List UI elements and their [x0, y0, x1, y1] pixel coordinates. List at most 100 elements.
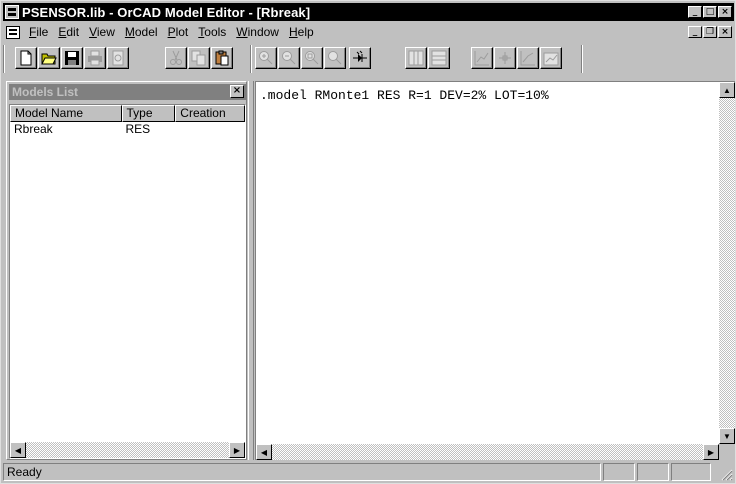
status-panel: [603, 463, 635, 481]
copy-icon: [191, 50, 206, 66]
model-type-cell: RES: [125, 122, 151, 136]
models-list-panel: Models List × Model Name Type Creation R…: [6, 81, 247, 460]
zoom-area-button[interactable]: [301, 47, 323, 69]
resize-grip-icon[interactable]: [719, 467, 733, 481]
toolbar-group-zoom: [255, 47, 347, 71]
save-button[interactable]: [61, 47, 83, 69]
scroll-left-button[interactable]: ◀: [10, 442, 26, 458]
menu-tools[interactable]: Tools: [193, 25, 231, 39]
paste-button[interactable]: [211, 47, 233, 69]
models-list-title: Models List ×: [9, 84, 246, 100]
child-minimize-button[interactable]: _: [688, 26, 702, 38]
zoom-out-icon: [282, 51, 296, 65]
scrollbar-corner: [719, 444, 735, 460]
models-list-title-text: Models List: [12, 85, 79, 99]
model-text-editor[interactable]: .model RMonte1 RES R=1 DEV=2% LOT=10% ▲ …: [255, 81, 735, 460]
new-file-icon: [20, 50, 32, 66]
window-title: PSENSOR.lib - OrCAD Model Editor - [Rbre…: [22, 4, 311, 20]
open-folder-icon: [41, 53, 57, 65]
cursor-icon: [499, 52, 511, 64]
copy-button[interactable]: [188, 47, 210, 69]
close-button[interactable]: ×: [718, 6, 732, 18]
menu-plot[interactable]: Plot: [163, 25, 194, 39]
toolbar-group-file: [15, 47, 130, 71]
maximize-button[interactable]: □: [703, 6, 717, 18]
minimize-button[interactable]: _: [688, 6, 702, 18]
print-button[interactable]: [84, 47, 106, 69]
zoom-fit-button[interactable]: [324, 47, 346, 69]
scroll-track[interactable]: [26, 442, 229, 458]
toolbar-separator: [250, 45, 252, 73]
app-window: PSENSOR.lib - OrCAD Model Editor - [Rbre…: [0, 0, 736, 484]
arrow-right-icon: ▶: [233, 445, 241, 455]
pane-splitter[interactable]: [248, 81, 254, 460]
diode-icon: [353, 50, 367, 62]
paste-icon: [215, 50, 229, 66]
column-header-model-name[interactable]: Model Name: [10, 105, 122, 122]
toolbar-separator: [3, 45, 5, 73]
toolbar-group-split: [405, 47, 451, 71]
scroll-right-button[interactable]: ▶: [229, 442, 245, 458]
extract-button[interactable]: [517, 47, 539, 69]
scroll-right-button[interactable]: ▶: [703, 444, 719, 460]
models-list-view[interactable]: Model Name Type Creation Rbreak RES ◀ ▶: [9, 104, 246, 459]
document-icon[interactable]: [6, 25, 20, 39]
editor-vertical-scrollbar[interactable]: ▲ ▼: [719, 82, 735, 444]
column-header-creation[interactable]: Creation: [175, 105, 245, 122]
save-icon: [65, 51, 79, 65]
diode-button[interactable]: [349, 47, 371, 69]
child-close-button[interactable]: ×: [718, 26, 732, 38]
scroll-track[interactable]: [272, 444, 703, 460]
zoom-in-button[interactable]: [255, 47, 277, 69]
toolbar-group-plot: [471, 47, 563, 71]
menu-window[interactable]: Window: [231, 25, 284, 39]
menu-model[interactable]: Model: [120, 25, 163, 39]
vertical-split-icon: [408, 50, 424, 66]
new-file-button[interactable]: [15, 47, 37, 69]
add-trace-icon: [474, 51, 489, 66]
column-header-type[interactable]: Type: [121, 105, 176, 122]
print-preview-icon: [112, 50, 124, 66]
add-trace-button[interactable]: [471, 47, 493, 69]
status-panel: [671, 463, 711, 481]
toolbar-group-device: [349, 47, 372, 71]
horizontal-split-button[interactable]: [428, 47, 450, 69]
scroll-down-button[interactable]: ▼: [719, 428, 735, 444]
cut-button[interactable]: [165, 47, 187, 69]
list-horizontal-scrollbar[interactable]: ◀ ▶: [10, 442, 245, 458]
scroll-track[interactable]: [719, 98, 735, 428]
status-panel: [637, 463, 669, 481]
vertical-split-button[interactable]: [405, 47, 427, 69]
toolbar: [3, 43, 734, 75]
arrow-right-icon: ▶: [707, 447, 715, 457]
edit-curve-button[interactable]: [540, 47, 562, 69]
menu-file[interactable]: File: [24, 25, 53, 39]
status-bar: Ready: [3, 463, 734, 482]
status-text: Ready: [3, 463, 601, 481]
menu-edit[interactable]: Edit: [53, 25, 84, 39]
print-icon: [88, 50, 102, 66]
arrow-down-icon: ▼: [723, 431, 731, 441]
print-preview-button[interactable]: [107, 47, 129, 69]
models-list-close-button[interactable]: ×: [230, 85, 244, 98]
cursor-button[interactable]: [494, 47, 516, 69]
extract-icon: [520, 51, 535, 66]
menu-view[interactable]: View: [84, 25, 120, 39]
scroll-left-button[interactable]: ◀: [256, 444, 272, 460]
edit-curve-icon: [543, 52, 559, 66]
zoom-fit-icon: [328, 51, 342, 65]
editor-horizontal-scrollbar[interactable]: ◀ ▶: [256, 444, 719, 460]
editor-content[interactable]: .model RMonte1 RES R=1 DEV=2% LOT=10%: [260, 88, 549, 103]
app-icon[interactable]: [5, 5, 19, 19]
scroll-up-button[interactable]: ▲: [719, 82, 735, 98]
title-bar: PSENSOR.lib - OrCAD Model Editor - [Rbre…: [3, 3, 734, 21]
model-name-cell: Rbreak: [14, 122, 53, 136]
model-creation-cell: [175, 122, 245, 137]
zoom-in-icon: [259, 51, 273, 65]
open-button[interactable]: [38, 47, 60, 69]
menu-help[interactable]: Help: [284, 25, 319, 39]
zoom-out-button[interactable]: [278, 47, 300, 69]
child-restore-button[interactable]: ❐: [703, 26, 717, 38]
toolbar-group-clipboard: [165, 47, 234, 71]
list-item[interactable]: Rbreak RES: [10, 122, 245, 137]
